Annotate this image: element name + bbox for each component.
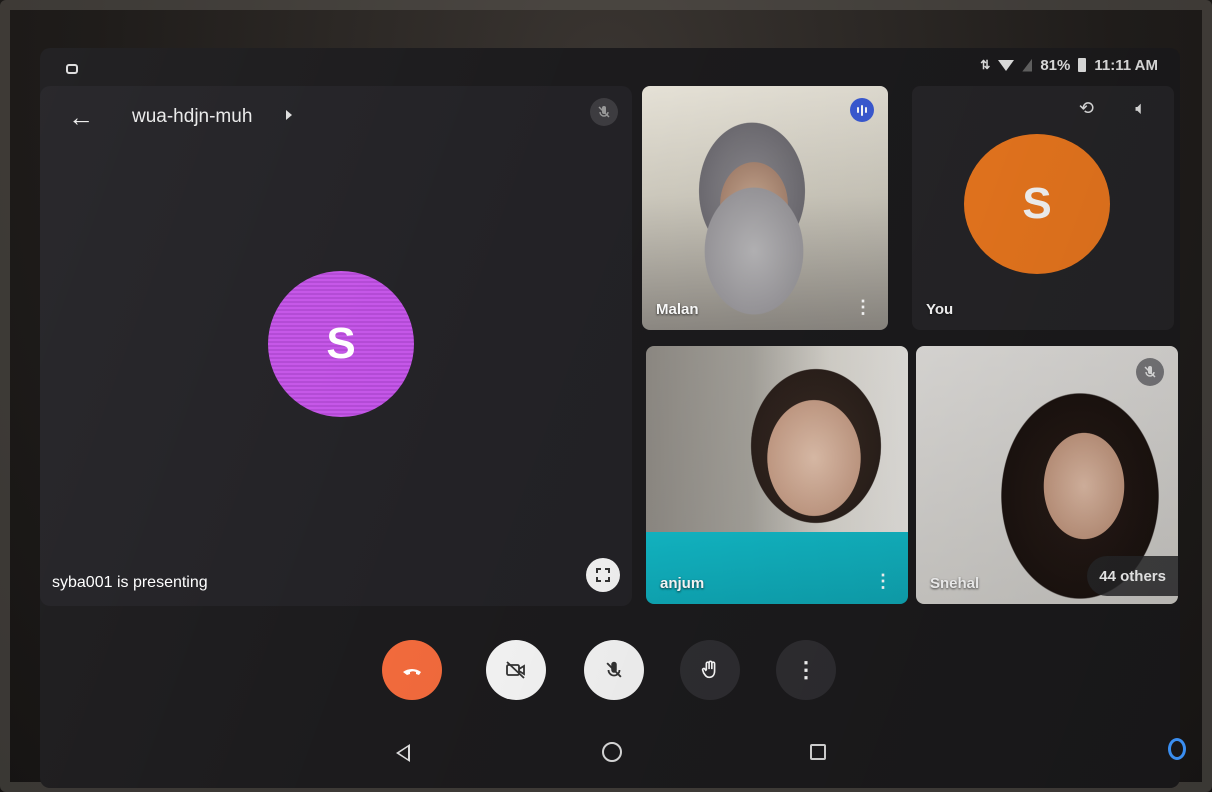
screen-record-icon bbox=[66, 64, 78, 74]
assistant-icon[interactable] bbox=[1168, 738, 1186, 760]
participant-name: Snehal bbox=[930, 575, 980, 592]
clock: 11:11 AM bbox=[1094, 56, 1158, 74]
tile-menu-icon[interactable]: ⋮ bbox=[874, 571, 892, 592]
meeting-code[interactable]: wua-hdjn-muh bbox=[132, 106, 252, 128]
switch-camera-icon[interactable]: ⟲ bbox=[1079, 98, 1094, 119]
mic-toggle-button[interactable] bbox=[584, 640, 644, 700]
more-options-button[interactable]: ⋮ bbox=[776, 640, 836, 700]
participant-name: Malan bbox=[656, 301, 699, 318]
back-arrow-icon[interactable]: ← bbox=[68, 102, 94, 133]
mic-off-icon bbox=[606, 661, 622, 678]
participant-tile-malan[interactable]: Malan ⋮ bbox=[642, 86, 888, 330]
presenter-avatar: S bbox=[268, 271, 414, 417]
raise-hand-button[interactable] bbox=[680, 640, 740, 700]
end-call-icon bbox=[403, 669, 421, 675]
mic-off-icon bbox=[590, 98, 618, 126]
more-vert-icon: ⋮ bbox=[795, 657, 817, 682]
camera-off-icon bbox=[506, 661, 525, 679]
battery-icon bbox=[1078, 58, 1087, 72]
wifi-icon bbox=[998, 59, 1015, 71]
others-count-button[interactable]: 44 others bbox=[1087, 556, 1178, 596]
participant-tile-snehal[interactable]: Snehal 44 others bbox=[916, 346, 1178, 604]
presenter-tile[interactable]: S syba001 is presenting bbox=[40, 86, 632, 606]
speaker-icon[interactable]: 🔈︎ bbox=[1135, 98, 1146, 119]
speaking-indicator-icon bbox=[850, 98, 874, 122]
end-call-button[interactable] bbox=[382, 640, 442, 700]
nav-back-icon[interactable] bbox=[396, 744, 410, 762]
data-arrows-icon: ⇅ bbox=[980, 58, 991, 72]
nav-recents-icon[interactable] bbox=[810, 744, 826, 760]
caret-right-icon[interactable] bbox=[286, 110, 292, 120]
raise-hand-icon bbox=[701, 660, 716, 679]
self-avatar: S bbox=[964, 134, 1110, 274]
camera-toggle-button[interactable] bbox=[486, 640, 546, 700]
fullscreen-button[interactable] bbox=[586, 558, 620, 592]
fullscreen-icon bbox=[596, 568, 610, 582]
battery-percent: 81% bbox=[1040, 56, 1071, 74]
tablet-screen: ⇅ 81% 11:11 AM S syba001 is presenting ←… bbox=[40, 48, 1180, 788]
participant-name: anjum bbox=[660, 575, 705, 592]
mic-off-icon bbox=[1136, 358, 1164, 386]
presenting-label: syba001 is presenting bbox=[52, 574, 208, 591]
status-bar: ⇅ 81% 11:11 AM bbox=[980, 52, 1158, 78]
call-controls: ⋮ bbox=[40, 640, 1180, 710]
signal-icon bbox=[1022, 58, 1033, 72]
participant-tile-anjum[interactable]: anjum ⋮ bbox=[646, 346, 908, 604]
participant-tile-you[interactable]: ⟲ 🔈︎ S You bbox=[912, 86, 1174, 330]
participant-name: You bbox=[926, 301, 954, 318]
nav-home-icon[interactable] bbox=[602, 742, 622, 762]
system-nav-bar bbox=[40, 738, 1180, 778]
tile-menu-icon[interactable]: ⋮ bbox=[854, 297, 872, 318]
